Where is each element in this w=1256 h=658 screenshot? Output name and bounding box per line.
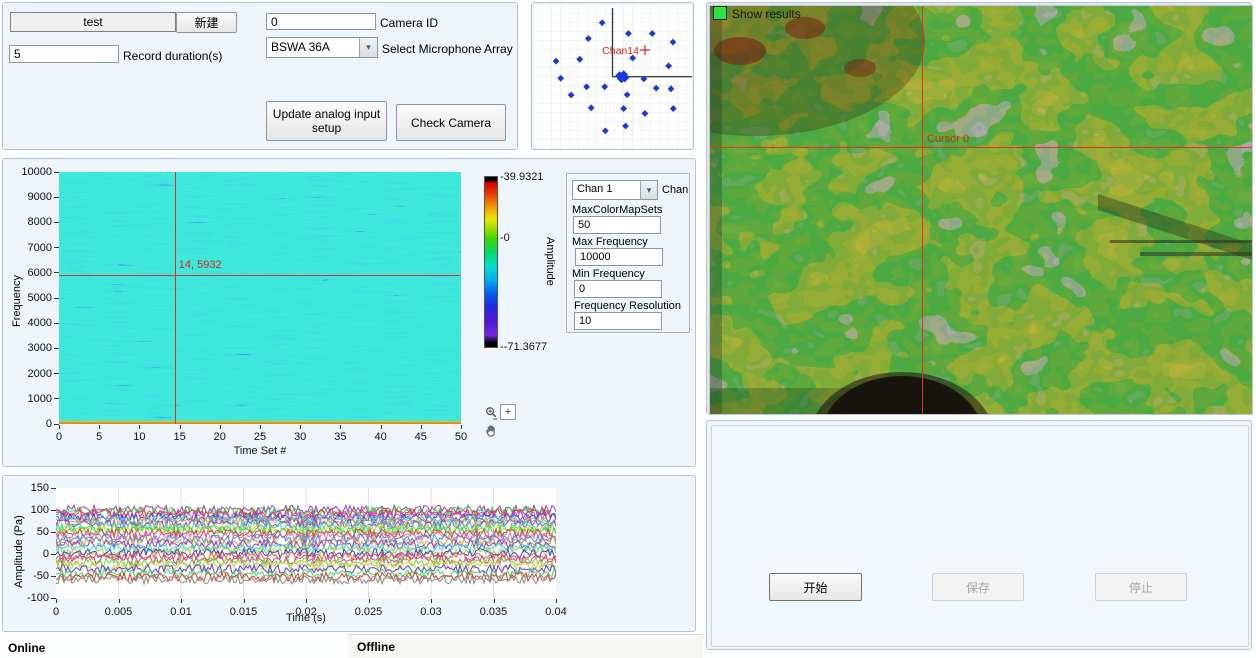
frequency-resolution-input[interactable]: [574, 312, 662, 330]
acoustic-image[interactable]: Cursor 0: [709, 5, 1253, 415]
min-frequency-label: Min Frequency: [572, 268, 645, 280]
camera-cursor-label: Cursor 0: [927, 133, 969, 145]
run-control-panel: 开始 保存 停止: [706, 420, 1252, 650]
start-button[interactable]: 开始: [769, 573, 862, 601]
status-offline: Offline: [357, 640, 395, 654]
spectrogram-plot[interactable]: [59, 172, 461, 424]
spectrogram-x-label: Time Set #: [220, 445, 300, 457]
magnifier-icon: [484, 405, 499, 421]
frequency-resolution-label: Frequency Resolution: [574, 300, 681, 312]
mic-array-plot[interactable]: Chan14: [533, 4, 692, 148]
amplitude-colorbar: [484, 176, 498, 348]
acoustic-camera-app: test 新建 Record duration(s) Camera ID BSW…: [0, 0, 1256, 658]
max-colormap-label: MaxColorMapSets: [572, 204, 662, 216]
cursor-tool-button[interactable]: +: [500, 404, 516, 420]
stop-button[interactable]: 停止: [1095, 573, 1187, 601]
colorbar-zero-label: -0: [500, 232, 510, 244]
run-control-inner-frame: [711, 425, 1249, 647]
channel-select[interactable]: Chan 1 ▾: [572, 180, 658, 200]
colorbar-title: Amplitude: [544, 237, 556, 286]
zoom-tool-button[interactable]: [484, 405, 499, 421]
session-name-field[interactable]: test: [10, 12, 176, 32]
waveform-plot[interactable]: [56, 488, 556, 598]
show-results-checkbox[interactable]: [713, 6, 727, 20]
show-results-label: Show results: [732, 7, 801, 21]
colorbar-min-label: --71.3677: [500, 341, 547, 353]
hand-icon: [484, 423, 499, 439]
channel-select-value: Chan 1: [573, 181, 640, 199]
channel-label: Chan: [662, 184, 688, 196]
acoustic-colormap: [710, 6, 1252, 414]
pan-tool-button[interactable]: [484, 423, 499, 439]
setup-panel: test 新建 Record duration(s) Camera ID BSW…: [2, 2, 518, 150]
camera-cursor-vline[interactable]: [922, 6, 923, 414]
max-frequency-input[interactable]: [575, 248, 663, 266]
mic-array-label: Select Microphone Array: [382, 42, 513, 56]
mic-array-select[interactable]: BSWA 36A ▾: [266, 37, 378, 58]
update-analog-input-button[interactable]: Update analog input setup: [266, 101, 387, 141]
chevron-down-icon[interactable]: ▾: [640, 181, 657, 199]
status-online: Online: [8, 641, 45, 655]
status-offline-bar: Offline: [348, 634, 703, 658]
spectrogram-panel: Frequency Time Set #: [2, 158, 696, 467]
mic-array-value: BSWA 36A: [267, 38, 359, 57]
camera-id-label: Camera ID: [380, 16, 438, 30]
max-frequency-label: Max Frequency: [572, 236, 648, 248]
camera-cursor-hline[interactable]: [710, 147, 1252, 148]
max-colormap-input[interactable]: [573, 216, 661, 234]
record-duration-label: Record duration(s): [123, 49, 222, 63]
save-button[interactable]: 保存: [932, 573, 1024, 601]
check-camera-button[interactable]: Check Camera: [396, 104, 506, 141]
mic-array-panel: Chan14: [531, 2, 694, 150]
record-duration-input[interactable]: [9, 45, 119, 63]
svg-text:Chan14: Chan14: [602, 45, 639, 57]
min-frequency-input[interactable]: [574, 280, 662, 298]
analysis-controls-box: Chan 1 ▾ Chan MaxColorMapSets Max Freque…: [566, 173, 690, 333]
chevron-down-icon[interactable]: ▾: [359, 38, 377, 57]
new-session-button[interactable]: 新建: [176, 12, 237, 33]
waveform-panel: Amplitude (Pa) Time (s) -100-50050100150…: [2, 475, 696, 632]
camera-panel: Cursor 0 Show results: [706, 2, 1252, 414]
colorbar-max-label: -39.9321: [500, 171, 543, 183]
camera-id-input[interactable]: [266, 13, 376, 30]
